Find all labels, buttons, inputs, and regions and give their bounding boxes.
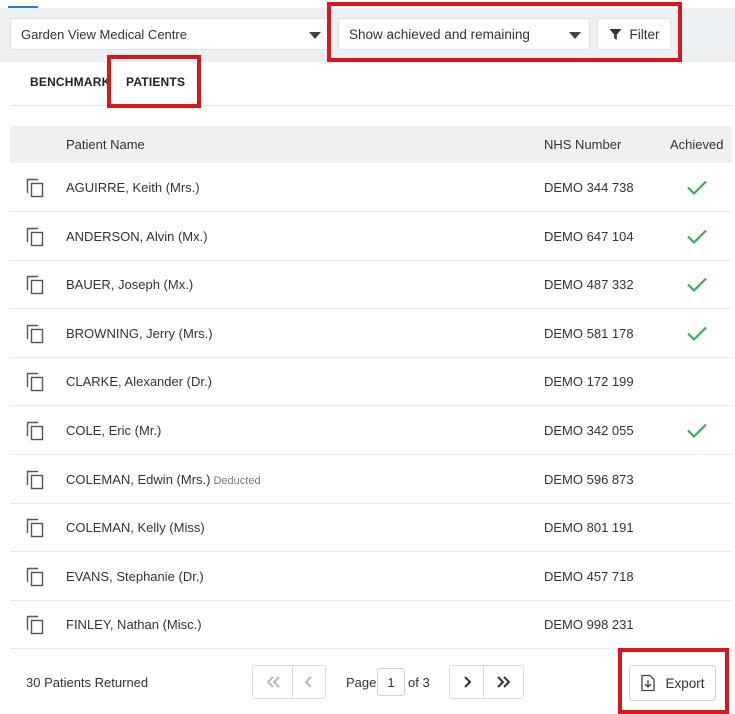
nhs-number: DEMO 801 191 (544, 520, 634, 536)
patient-name[interactable]: ANDERSON, Alvin (Mx.) (66, 229, 208, 244)
page-number-input[interactable]: 1 (377, 668, 405, 696)
caret-down-icon (309, 32, 321, 39)
column-achieved: Achieved (670, 137, 724, 152)
achieved-filter-select[interactable]: Show achieved and remaining (338, 18, 590, 50)
copy-icon[interactable] (26, 372, 44, 392)
table-row[interactable]: COLE, Eric (Mr.) DEMO 342 055 (10, 406, 732, 455)
check-icon (687, 229, 707, 244)
table-row[interactable]: FINLEY, Nathan (Misc.) DEMO 998 231 (10, 600, 732, 650)
patient-name[interactable]: BAUER, Joseph (Mx.) (66, 277, 193, 292)
copy-icon[interactable] (26, 178, 44, 198)
table-row[interactable]: COLEMAN, Kelly (Miss) DEMO 801 191 (10, 503, 732, 553)
practice-select-value: Garden View Medical Centre (21, 26, 187, 42)
export-button[interactable]: Export (629, 665, 716, 701)
copy-icon[interactable] (26, 615, 44, 635)
copy-icon[interactable] (26, 518, 44, 538)
nhs-number: DEMO 172 199 (544, 374, 634, 390)
patient-name[interactable]: COLEMAN, Kelly (Miss) (66, 520, 205, 535)
double-chevron-right-icon (496, 676, 510, 688)
export-button-label: Export (665, 675, 705, 691)
achieved-filter-value: Show achieved and remaining (349, 26, 530, 42)
copy-icon[interactable] (26, 227, 44, 247)
table-row[interactable]: ANDERSON, Alvin (Mx.) DEMO 647 104 (10, 212, 732, 261)
active-indicator (8, 6, 38, 8)
check-icon (687, 277, 707, 293)
filter-icon (609, 28, 621, 40)
column-patient-name: Patient Name (66, 137, 145, 152)
page-label: Page (346, 675, 377, 690)
copy-icon[interactable] (26, 421, 44, 441)
filter-button[interactable]: Filter (597, 18, 671, 50)
export-icon (641, 674, 656, 692)
patients-returned-count: 30 Patients Returned (26, 675, 149, 690)
nhs-number: DEMO 342 055 (544, 423, 634, 438)
nhs-number: DEMO 344 738 (544, 180, 634, 195)
filter-button-label: Filter (629, 26, 660, 42)
previous-page-button[interactable] (292, 665, 326, 699)
check-icon (687, 326, 707, 341)
patient-name[interactable]: COLE, Eric (Mr.) (66, 423, 161, 438)
chevron-right-icon (463, 676, 471, 688)
copy-icon[interactable] (26, 567, 44, 587)
caret-down-icon (569, 32, 581, 39)
first-page-button[interactable] (252, 665, 293, 699)
copy-icon[interactable] (26, 324, 44, 344)
nhs-number: DEMO 647 104 (544, 228, 634, 244)
tab-patients[interactable]: PATIENTS (126, 75, 185, 89)
table-row[interactable]: BROWNING, Jerry (Mrs.) DEMO 581 178 (10, 309, 732, 358)
patient-name-cell: COLEMAN, Edwin (Mrs.) Deducted (66, 472, 261, 487)
nhs-number: DEMO 487 332 (544, 277, 634, 293)
nhs-number: DEMO 596 873 (544, 471, 634, 487)
patient-name[interactable]: AGUIRRE, Keith (Mrs.) (66, 180, 200, 195)
copy-icon[interactable] (26, 275, 44, 295)
table-row[interactable]: EVANS, Stephanie (Dr.) DEMO 457 718 (10, 552, 732, 601)
next-page-button[interactable] (449, 665, 484, 699)
patient-name[interactable]: EVANS, Stephanie (Dr.) (66, 569, 204, 584)
nhs-number: DEMO 998 231 (544, 617, 634, 633)
last-page-button[interactable] (483, 665, 524, 699)
tab-benchmark[interactable]: BENCHMARK (30, 75, 110, 89)
check-icon (687, 423, 707, 439)
copy-icon[interactable] (26, 470, 44, 490)
table-row[interactable]: AGUIRRE, Keith (Mrs.) DEMO 344 738 (10, 163, 732, 212)
tab-bar: BENCHMARK PATIENTS (10, 62, 732, 106)
table-row[interactable]: BAUER, Joseph (Mx.) DEMO 487 332 (10, 260, 732, 310)
deducted-label: Deducted (213, 474, 261, 487)
nhs-number: DEMO 581 178 (544, 325, 634, 341)
patient-name[interactable]: COLEMAN, Edwin (Mrs.) (66, 472, 210, 487)
nhs-number: DEMO 457 718 (544, 568, 634, 584)
page-total: of 3 (408, 675, 430, 690)
table-row[interactable]: CLARKE, Alexander (Dr.) DEMO 172 199 (10, 357, 732, 407)
patient-name[interactable]: FINLEY, Nathan (Misc.) (66, 617, 202, 632)
practice-select[interactable]: Garden View Medical Centre (10, 18, 330, 50)
table-header: Patient Name NHS Number Achieved (10, 126, 732, 163)
patient-name[interactable]: BROWNING, Jerry (Mrs.) (66, 326, 213, 341)
double-chevron-left-icon (266, 676, 280, 688)
table-row[interactable]: COLEMAN, Edwin (Mrs.) Deducted DEMO 596 87… (10, 455, 732, 504)
patient-name[interactable]: CLARKE, Alexander (Dr.) (66, 374, 212, 389)
column-nhs-number: NHS Number (544, 137, 622, 152)
check-icon (687, 180, 707, 196)
chevron-left-icon (304, 676, 312, 688)
